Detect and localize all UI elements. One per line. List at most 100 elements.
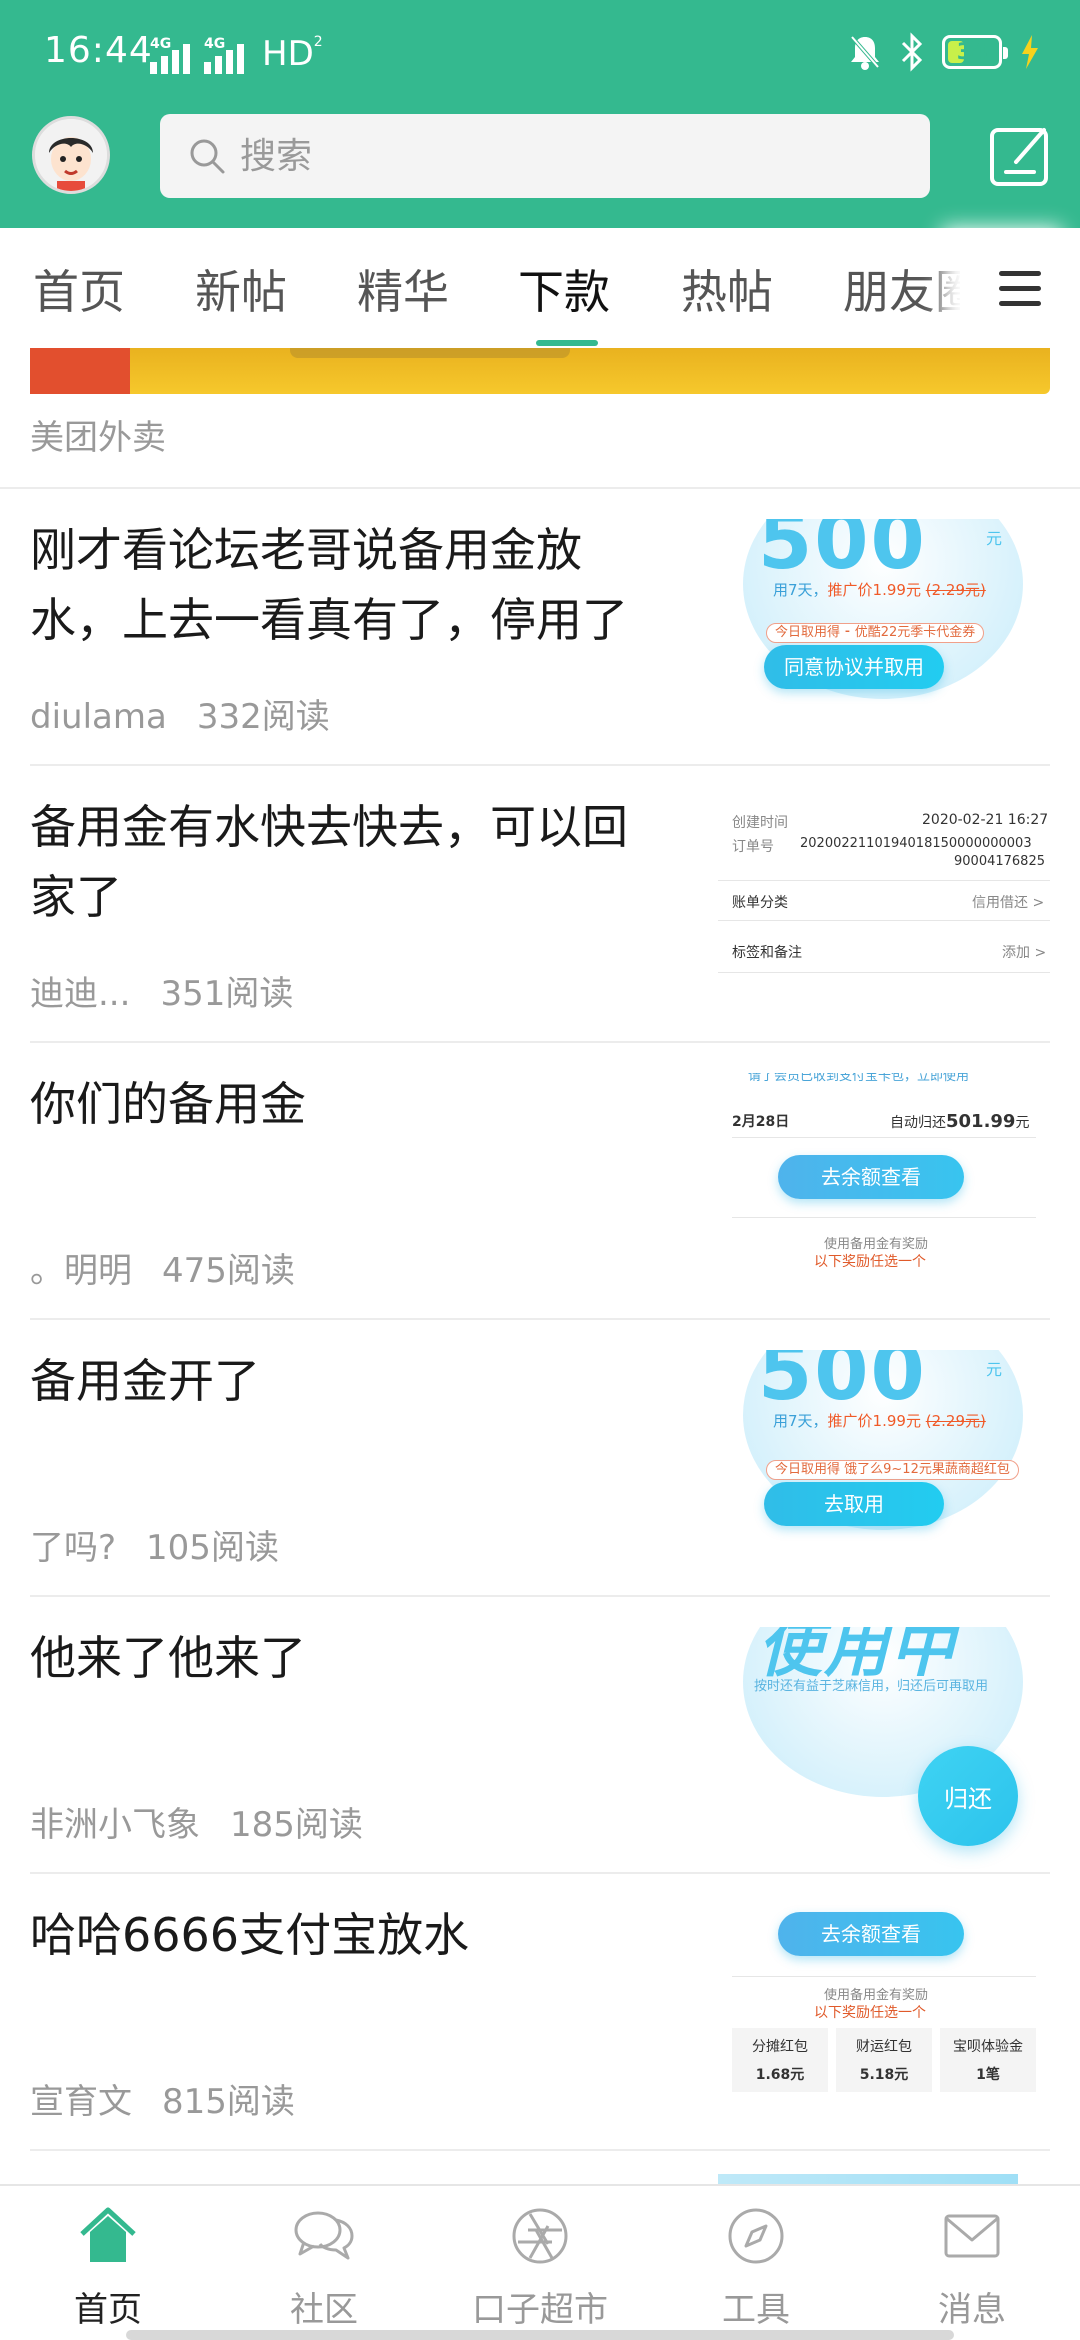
post-title: 刚才看论坛老哥说备用金放水，上去一看真有了，停用了 [30,523,628,647]
nav-community[interactable]: 社区 [216,2186,432,2340]
charging-icon [1022,35,1038,69]
hd-sub-label: 2 [313,34,323,50]
thumb-amount: 501.99 [946,1111,1016,1132]
post-reads: 351阅读 [160,974,294,1014]
thumb-unit: 元 [986,1360,1003,1379]
battery-percent: 34 [956,39,988,65]
post-author: 。明明 [30,1251,132,1291]
post-meta: 迪迪... 351阅读 [30,966,293,1015]
nav-messages[interactable]: 消息 [864,2186,1080,2340]
list-item[interactable]: 备用金有水快去快去，可以回家了 迪迪... 351阅读 创建时间 2020-02-… [30,766,1050,1043]
post-feed[interactable]: 美团外卖 刚才看论坛老哥说备用金放水，上去一看真有了，停用了 diulama 33… [0,348,1080,2184]
thumb-pill: 今日取用得 ⁃ 优酷22元季卡代金券 [766,623,985,643]
thumb-unit: 元 [986,529,1003,548]
thumb-promo: 推广价1.99元 [827,581,921,599]
post-title: 你们的备用金 [30,1077,306,1131]
chat-bubbles-icon [294,2211,354,2260]
thumb-value: 90004176825 [954,854,1045,869]
thumb-text: 用7天，推广价1.99元 (2.29元) [773,1410,986,1431]
menu-icon-line [999,270,1041,276]
post-reads: 185阅读 [230,1805,363,1845]
thumb-value: 信用借还 > [972,895,1045,911]
search-bar[interactable] [160,114,930,198]
thumb-text: 以下奖励任选一个 [814,1254,926,1270]
thumb-value: 2020022110194018150000000003 [800,836,1032,851]
nav-home[interactable]: 首页 [0,2186,216,2340]
status-time: 16:44 [44,30,153,71]
hd-label: HD [262,34,314,74]
thumb-line: 用7天， [773,581,828,599]
post-reads: 105阅读 [146,1528,279,1568]
reward-label: 分摊红包 [752,2039,808,2055]
tab-new[interactable]: 新帖 [195,256,287,322]
signal-icon: 4G [150,36,190,74]
thumb-label: 账单分类 [732,895,788,911]
thumb-unit: 元 [1015,1115,1030,1131]
post-meta: 了吗? 105阅读 [30,1520,279,1569]
thumb-pill: 今日取用得 饿了么9~12元果蔬商超红包 [766,1460,1019,1480]
list-item[interactable]: 备用金开了 了吗? 105阅读 500 元 用7天，推广价1.99元 (2.29元… [30,1320,1050,1597]
tab-loans[interactable]: 下款 [518,256,610,322]
mail-icon [944,2214,1000,2258]
divider [718,972,1050,973]
post-meta: 宣育文 815阅读 [30,2074,295,2123]
home-icon [80,2207,136,2262]
tab-featured[interactable]: 精华 [357,256,449,322]
list-item[interactable]: 他来了他来了 非洲小飞象 185阅读 使用中 按时还有益于芝麻信用，归还后可再取用 [30,1597,1050,1874]
category-tabs: 首页 新帖 精华 下款 热帖 朋友圈 [0,228,1080,348]
post-reads: 332阅读 [196,697,330,737]
signal-icon: 4G [204,36,244,74]
list-item[interactable]: 哈哈6666支付宝放水 宣育文 815阅读 去余额查看 使用备用金有奖励 以下奖励… [30,1874,1050,2151]
reward-value: 5.18元 [859,2067,909,2083]
network-indicators: 4G 4G HD2 [150,34,323,74]
search-input[interactable] [240,135,860,177]
thumb-amount: 500 [758,1350,927,1418]
mute-icon [850,35,880,70]
avatar[interactable] [32,116,110,194]
divider [718,880,1050,881]
ad-banner-image[interactable] [30,348,1050,394]
post-thumbnail: 创建时间 2020-02-21 16:27 订单号 20200221101940… [718,796,1050,1016]
tab-home[interactable]: 首页 [33,256,125,322]
reward-label: 宝呗体验金 [953,2039,1023,2055]
app-header: 16:44 4G 4G HD2 34 [0,0,1080,228]
thumb-line: 用7天， [773,1412,828,1430]
divider [732,1137,1036,1138]
network-type-label: 4G [150,36,172,52]
return-fab-button[interactable]: 归还 [918,1746,1018,1846]
battery-icon: 34 [942,35,1008,69]
tab-hot[interactable]: 热帖 [681,256,773,322]
thumb-strike-price: (2.29元) [925,581,986,599]
thumb-amount: 500 [758,519,927,587]
gesture-home-bar[interactable] [126,2330,954,2340]
ad-source-label: 美团外卖 [30,418,166,458]
status-bar: 16:44 4G 4G HD2 34 [0,0,1080,108]
nav-label: 社区 [290,2290,358,2330]
bluetooth-icon [901,32,923,72]
compass-icon [728,2208,784,2264]
menu-button[interactable] [960,228,1080,348]
reward-label: 财运红包 [856,2039,912,2055]
list-item[interactable]: 你们的备用金 。明明 475阅读 请了会员已收到支付宝卡包，立即使用 2月28日 … [30,1043,1050,1320]
compose-icon[interactable] [988,124,1052,188]
nav-tools[interactable]: 工具 [648,2186,864,2340]
hd-indicator: HD2 [262,34,323,74]
post-thumbnail-peek [718,2174,1018,2184]
post-reads: 475阅读 [162,1251,295,1291]
thumb-label: 标签和备注 [732,945,802,961]
thumb-text: 按时还有益于芝麻信用，归还后可再取用 [754,1679,989,1694]
post-author: 了吗? [30,1528,117,1568]
nav-market[interactable]: 口子超市 [432,2186,648,2340]
aperture-icon [512,2208,568,2264]
reward-cell: 财运红包 5.18元 [836,2028,932,2092]
post-thumbnail: 去余额查看 使用备用金有奖励 以下奖励任选一个 分摊红包 1.68元 财运红包 … [718,1904,1050,2124]
post-meta: 。明明 475阅读 [30,1243,295,1292]
post-meta: 非洲小飞象 185阅读 [30,1797,363,1846]
post-meta: diulama 332阅读 [30,689,330,738]
reward-value: 1.68元 [755,2067,805,2083]
avatar-icon [35,119,107,191]
list-item[interactable]: 刚才看论坛老哥说备用金放水，上去一看真有了，停用了 diulama 332阅读 5… [30,489,1050,766]
thumb-text: 使用备用金有奖励 [824,1988,929,2003]
thumb-text: 用7天，推广价1.99元 (2.29元) [773,579,986,600]
thumb-label: 订单号 [732,839,774,855]
